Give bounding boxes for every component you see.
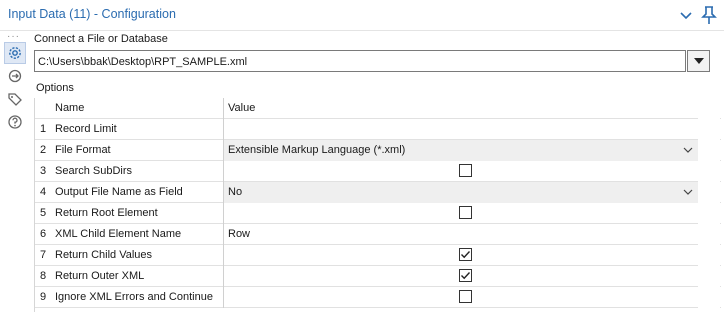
option-name: Ignore XML Errors and Continue <box>55 291 213 303</box>
option-row-search-subdirs[interactable]: 3 Search SubDirs <box>35 161 721 182</box>
row-number: 3 <box>39 165 47 177</box>
option-name: Search SubDirs <box>55 165 133 177</box>
row-number: 2 <box>39 144 47 156</box>
tag-icon[interactable] <box>4 88 26 110</box>
options-grid: Name Value 1 Record Limit 2 File Format … <box>34 98 721 312</box>
option-name: Return Child Values <box>55 249 153 261</box>
caret-down-icon <box>693 58 704 64</box>
gear-icon[interactable] <box>4 42 26 64</box>
file-format-dropdown[interactable]: Extensible Markup Language (*.xml) <box>223 140 699 161</box>
search-subdirs-checkbox[interactable] <box>459 164 472 177</box>
sidebar-dots: ··· <box>7 31 20 42</box>
configuration-panel: Connect a File or Database C:\Users\bbak… <box>34 31 724 312</box>
option-row-xml-child-element-name[interactable]: 6 XML Child Element Name Row <box>35 224 721 245</box>
option-row-record-limit[interactable]: 1 Record Limit <box>35 119 721 140</box>
option-row-file-format[interactable]: 2 File Format Extensible Markup Language… <box>35 140 721 161</box>
option-name: Return Outer XML <box>55 270 145 282</box>
option-row-return-root-element[interactable]: 5 Return Root Element <box>35 203 721 224</box>
option-name: Return Root Element <box>55 207 158 219</box>
row-number: 1 <box>39 123 47 135</box>
option-name: File Format <box>55 144 111 156</box>
row-number: 9 <box>39 291 47 303</box>
pin-icon[interactable] <box>700 5 718 25</box>
option-row-ignore-xml-errors[interactable]: 9 Ignore XML Errors and Continue <box>35 287 721 308</box>
window-title: Input Data (11) - Configuration <box>8 7 176 21</box>
row-number: 8 <box>39 270 47 282</box>
checkmark-icon <box>461 251 471 259</box>
checkmark-icon <box>461 272 471 280</box>
option-value-cell <box>223 161 699 182</box>
xml-child-element-name-input[interactable]: Row <box>223 224 699 245</box>
option-name: Output File Name as Field <box>55 186 183 198</box>
chevron-down-icon[interactable] <box>677 6 695 24</box>
chevron-down-icon[interactable] <box>683 187 693 197</box>
option-value-cell <box>223 203 699 224</box>
option-value-cell <box>223 266 699 287</box>
output-file-name-value: No <box>228 186 243 198</box>
file-path-input[interactable]: C:\Users\bbak\Desktop\RPT_SAMPLE.xml <box>34 50 686 72</box>
option-value-cell <box>223 287 699 308</box>
output-file-name-dropdown[interactable]: No <box>223 182 699 203</box>
return-child-values-checkbox[interactable] <box>459 248 472 261</box>
return-outer-xml-checkbox[interactable] <box>459 269 472 282</box>
row-number: 4 <box>39 186 47 198</box>
return-root-element-checkbox[interactable] <box>459 206 472 219</box>
options-header-row: Name Value <box>35 98 721 119</box>
option-name: Record Limit <box>55 123 117 135</box>
arrows-refresh-icon[interactable] <box>4 65 26 87</box>
options-label: Options <box>36 82 74 94</box>
row-number: 7 <box>39 249 47 261</box>
option-row-output-file-name[interactable]: 4 Output File Name as Field No <box>35 182 721 203</box>
sidebar: ··· <box>0 31 30 312</box>
grid-scrollbar-area <box>698 98 720 312</box>
header-value: Value <box>223 98 699 119</box>
file-format-value: Extensible Markup Language (*.xml) <box>228 144 406 156</box>
row-number: 6 <box>39 228 47 240</box>
row-number: 5 <box>39 207 47 219</box>
help-icon[interactable] <box>4 111 26 133</box>
record-limit-input[interactable] <box>223 119 699 140</box>
file-browse-dropdown-button[interactable] <box>687 50 710 72</box>
ignore-xml-errors-checkbox[interactable] <box>459 290 472 303</box>
header-name: Name <box>55 102 85 114</box>
option-name: XML Child Element Name <box>55 228 182 240</box>
connect-label: Connect a File or Database <box>34 33 168 45</box>
option-value-cell <box>223 245 699 266</box>
option-row-return-child-values[interactable]: 7 Return Child Values <box>35 245 721 266</box>
title-bar: Input Data (11) - Configuration <box>0 0 724 31</box>
option-row-return-outer-xml[interactable]: 8 Return Outer XML <box>35 266 721 287</box>
chevron-down-icon[interactable] <box>683 145 693 155</box>
